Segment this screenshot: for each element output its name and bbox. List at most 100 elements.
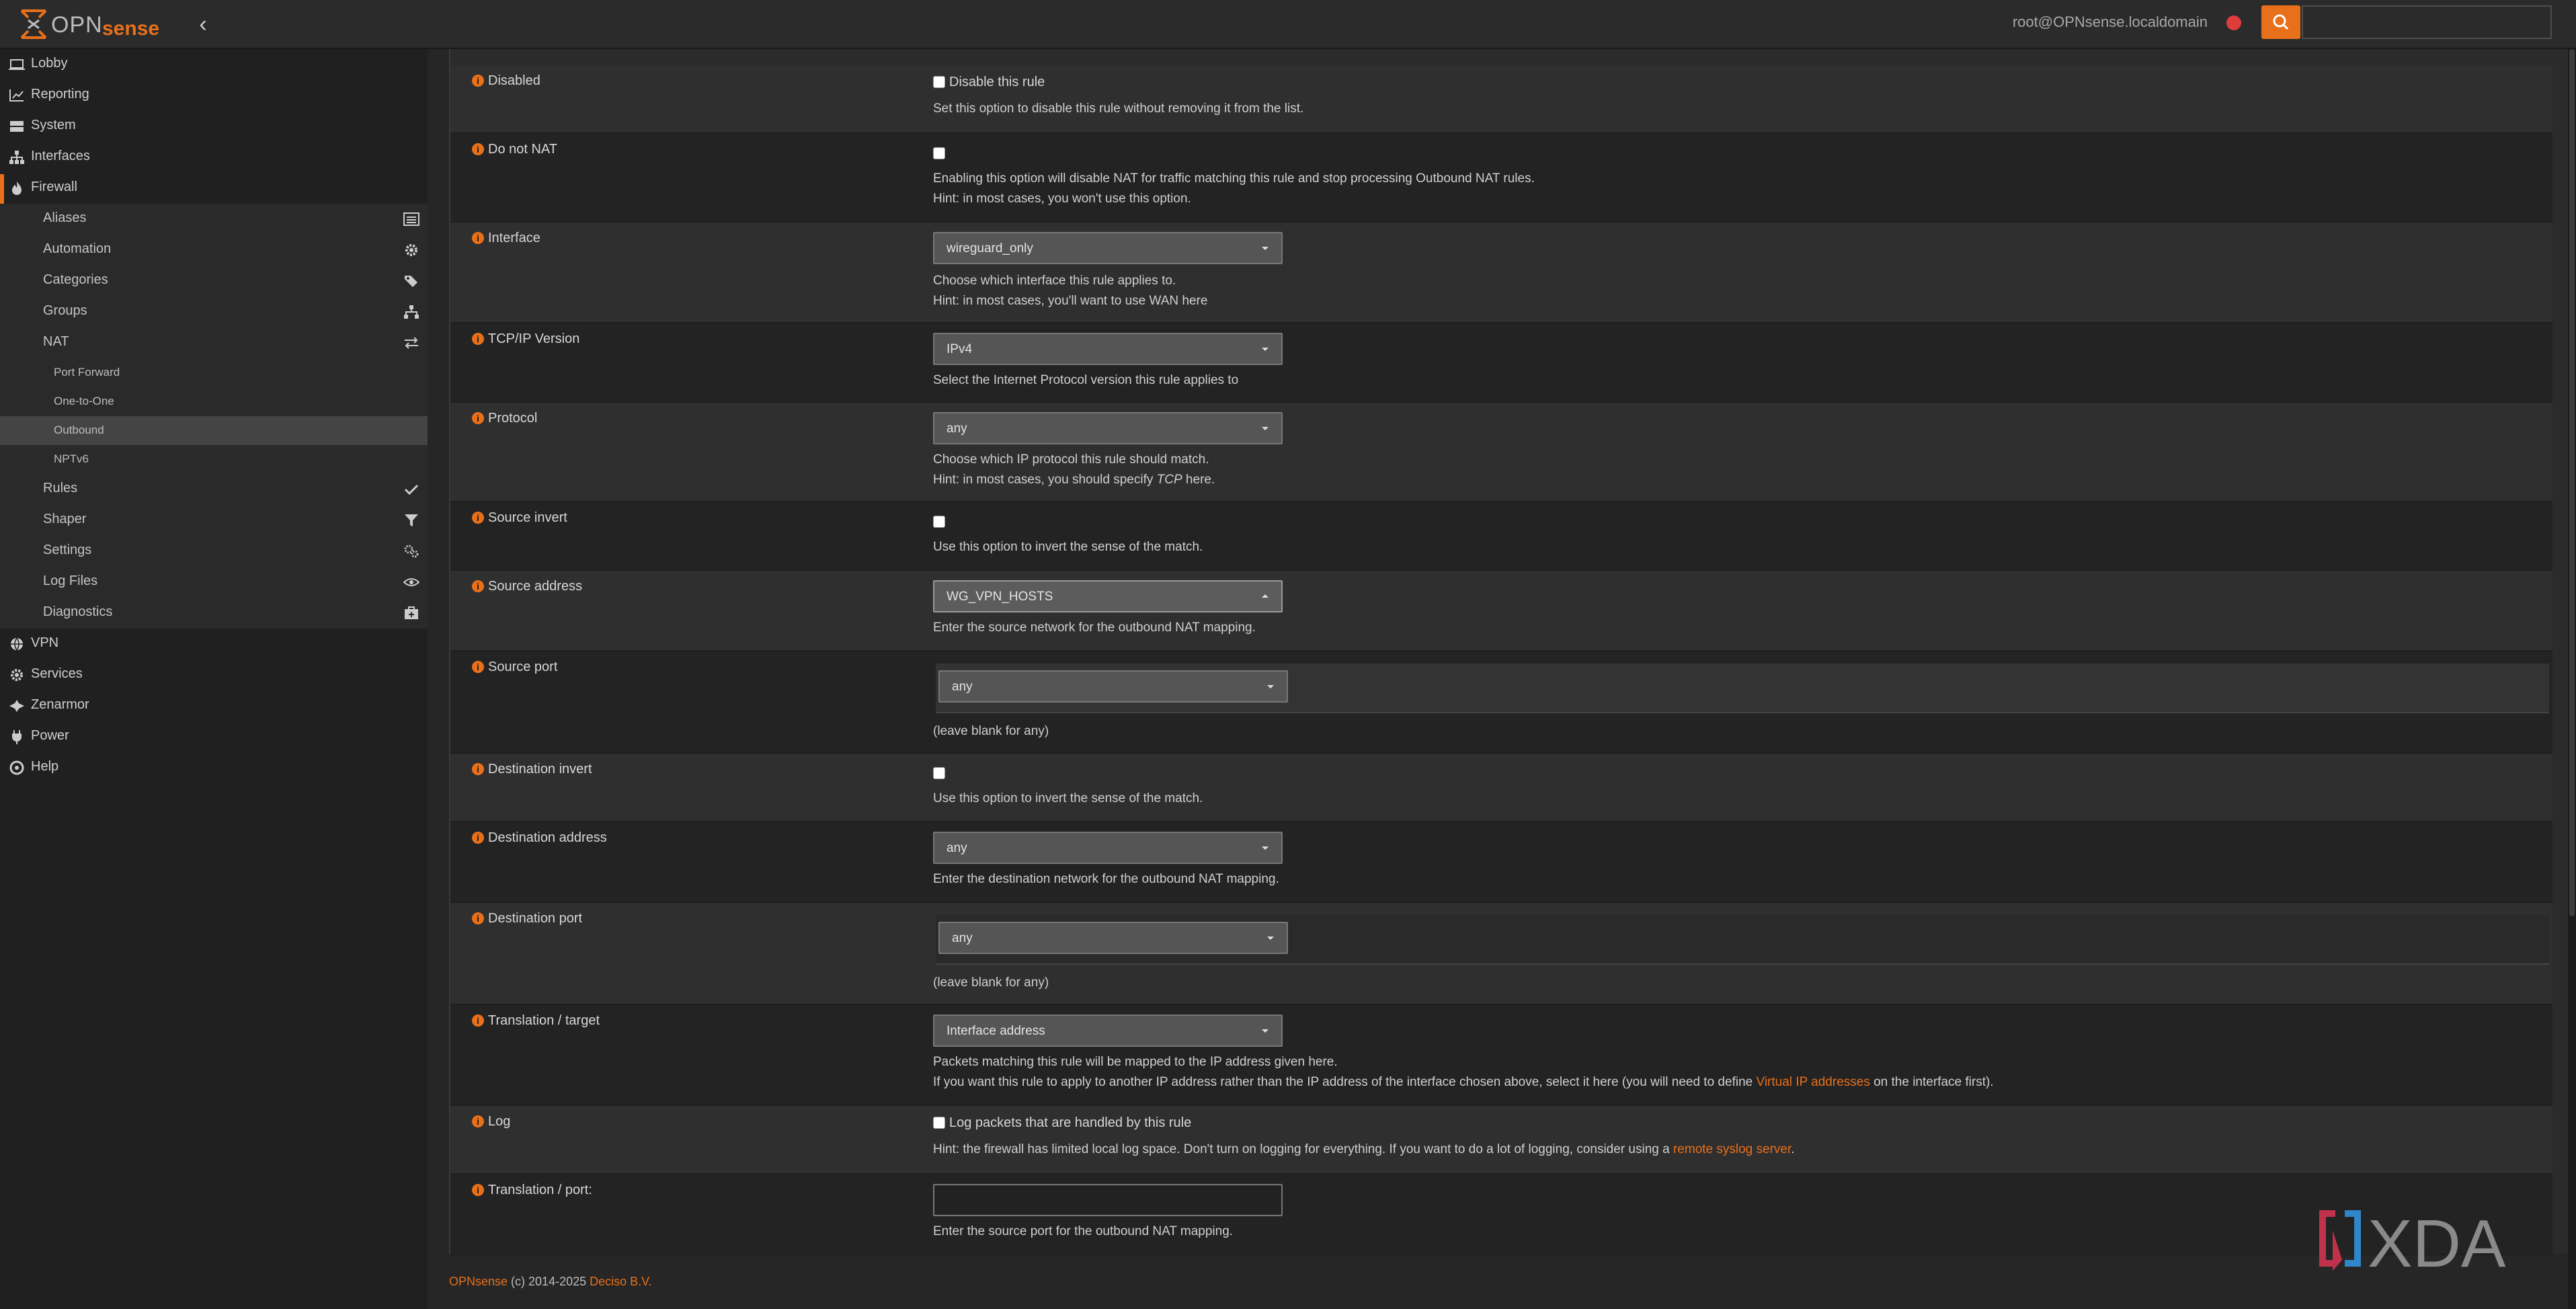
help-text: Enter the source port for the outbound N…: [933, 1224, 1234, 1238]
sidebar-item-vpn[interactable]: VPN: [0, 629, 428, 660]
source-address-select[interactable]: WG_VPN_HOSTS: [933, 580, 1283, 612]
interface-select[interactable]: wireguard_only: [933, 232, 1283, 264]
info-icon[interactable]: i: [472, 1115, 484, 1127]
translation-port-input[interactable]: [933, 1184, 1283, 1216]
row-protocol: i Protocol any Choose which IP protocol …: [450, 403, 2552, 502]
sidebar-item-power[interactable]: Power: [0, 721, 428, 752]
sidebar-item-firewall[interactable]: Firewall: [0, 173, 428, 204]
zenarmor-icon: [9, 700, 24, 712]
status-indicator[interactable]: [2226, 15, 2241, 30]
xda-watermark: XDA: [2319, 1206, 2506, 1277]
sidebar-item-settings[interactable]: Settings: [0, 536, 428, 567]
field-label: Protocol: [488, 411, 538, 426]
info-icon[interactable]: i: [472, 1015, 484, 1027]
remote-syslog-link[interactable]: remote syslog server: [1673, 1142, 1791, 1156]
sidebar-item-lobby[interactable]: Lobby: [0, 49, 428, 80]
sidebar-item-diagnostics[interactable]: Diagnostics: [0, 598, 428, 629]
source-port-select[interactable]: any: [938, 670, 1288, 703]
field-label: Interface: [488, 231, 540, 245]
sidebar-item-help[interactable]: Help: [0, 752, 428, 783]
sidebar: Lobby Reporting System Interfaces Firewa…: [0, 49, 428, 1309]
protocol-select[interactable]: any: [933, 412, 1283, 444]
row-destination-address: i Destination address any Enter the dest…: [450, 822, 2552, 903]
footer-brand-link[interactable]: OPNsense: [449, 1275, 508, 1288]
sidebar-item-interfaces[interactable]: Interfaces: [0, 142, 428, 173]
sidebar-item-rules[interactable]: Rules: [0, 474, 428, 505]
field-label: Translation / port:: [488, 1183, 592, 1197]
sidebar-item-shaper[interactable]: Shaper: [0, 505, 428, 536]
help-text: Enter the destination network for the ou…: [933, 872, 1279, 886]
info-icon[interactable]: i: [472, 912, 484, 924]
field-label: Destination invert: [488, 762, 592, 777]
sitemap-icon: [404, 305, 419, 319]
info-icon[interactable]: i: [472, 580, 484, 592]
search-icon: [2273, 14, 2289, 30]
sidebar-item-aliases[interactable]: Aliases: [0, 204, 428, 235]
gears-icon: [404, 545, 419, 558]
info-icon[interactable]: i: [472, 512, 484, 524]
row-destination-port: i Destination port any (leave blank for …: [450, 903, 2552, 1005]
do-not-nat-checkbox[interactable]: [933, 147, 945, 159]
sidebar-item-groups[interactable]: Groups: [0, 296, 428, 327]
scrollbar-thumb[interactable]: [2569, 49, 2575, 916]
destination-port-wrapper: any: [936, 915, 2549, 965]
info-icon[interactable]: i: [472, 75, 484, 87]
info-icon[interactable]: i: [472, 143, 484, 155]
sidebar-item-one-to-one[interactable]: One-to-One: [0, 387, 428, 416]
help-text: Hint: the firewall has limited local log…: [933, 1142, 1795, 1156]
caret-down-icon: [1267, 685, 1274, 688]
caret-up-icon: [1262, 594, 1269, 598]
info-icon[interactable]: i: [472, 232, 484, 244]
sidebar-item-zenarmor[interactable]: Zenarmor: [0, 690, 428, 721]
sidebar-item-port-forward[interactable]: Port Forward: [0, 358, 428, 387]
medkit-icon: [405, 606, 418, 619]
row-source-address: i Source address WG_VPN_HOSTS Enter the …: [450, 571, 2552, 651]
search-button[interactable]: [2261, 5, 2300, 39]
info-icon[interactable]: i: [472, 412, 484, 424]
field-label: Translation / target: [488, 1013, 600, 1028]
log-packets-checkbox[interactable]: [933, 1117, 945, 1129]
info-icon[interactable]: i: [472, 661, 484, 673]
row-interface: i Interface wireguard_only Choose which …: [450, 223, 2552, 323]
source-invert-checkbox[interactable]: [933, 516, 945, 528]
caret-down-icon: [1262, 1029, 1269, 1033]
caret-down-icon: [1267, 937, 1274, 940]
info-icon[interactable]: i: [472, 333, 484, 345]
field-label: Do not NAT: [488, 142, 557, 157]
sidebar-item-services[interactable]: Services: [0, 660, 428, 690]
sidebar-item-reporting[interactable]: Reporting: [0, 80, 428, 111]
destination-invert-checkbox[interactable]: [933, 767, 945, 779]
translation-target-select[interactable]: Interface address: [933, 1015, 1283, 1047]
help-text: Choose which IP protocol this rule shoul…: [933, 452, 1215, 487]
sidebar-item-categories[interactable]: Categories: [0, 266, 428, 296]
disable-rule-checkbox[interactable]: [933, 76, 945, 88]
info-icon[interactable]: i: [472, 832, 484, 844]
sidebar-item-automation[interactable]: Automation: [0, 235, 428, 266]
collapse-sidebar-button[interactable]: ‹: [192, 12, 214, 36]
footer-company-link[interactable]: Deciso B.V.: [590, 1275, 651, 1288]
sidebar-item-nptv6[interactable]: NPTv6: [0, 445, 428, 474]
tcpip-version-select[interactable]: IPv4: [933, 333, 1283, 365]
row-source-port: i Source port any (leave blank for any): [450, 651, 2552, 754]
field-label: Disabled: [488, 73, 540, 88]
destination-address-select[interactable]: any: [933, 832, 1283, 864]
sidebar-item-system[interactable]: System: [0, 111, 428, 142]
opnsense-logo[interactable]: OPN sense: [19, 5, 177, 43]
page-scrollbar[interactable]: [2568, 49, 2576, 1309]
user-label[interactable]: root@OPNsense.localdomain: [2013, 13, 2208, 31]
destination-port-select[interactable]: any: [938, 922, 1288, 954]
checkbox-label: Disable this rule: [949, 75, 1045, 89]
virtual-ip-link[interactable]: Virtual IP addresses: [1756, 1075, 1869, 1089]
sidebar-item-log-files[interactable]: Log Files: [0, 567, 428, 598]
help-text: Select the Internet Protocol version thi…: [933, 373, 1239, 387]
info-icon[interactable]: i: [472, 1184, 484, 1196]
svg-text:XDA: XDA: [2368, 1206, 2506, 1277]
search-input[interactable]: [2302, 5, 2552, 39]
plug-icon: [12, 730, 22, 744]
sidebar-item-nat[interactable]: NAT: [0, 327, 428, 358]
help-text: Packets matching this rule will be mappe…: [933, 1055, 1994, 1089]
sidebar-item-outbound[interactable]: Outbound: [0, 416, 428, 445]
info-icon[interactable]: i: [472, 763, 484, 775]
field-label: Destination port: [488, 911, 583, 926]
caret-down-icon: [1262, 846, 1269, 850]
